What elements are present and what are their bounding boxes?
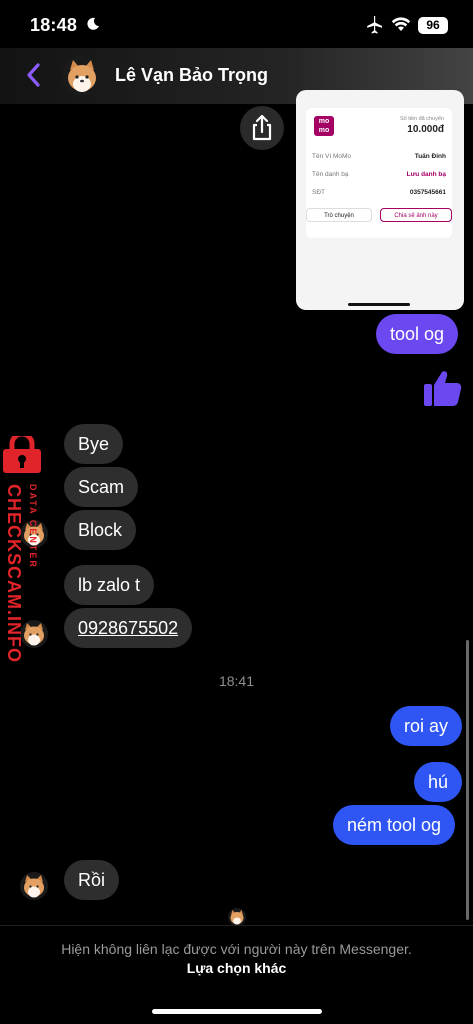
message-incoming[interactable]: Rồi	[64, 860, 120, 900]
watermark-brand: CHECKSCAM.INFO	[4, 484, 24, 663]
status-bar: 18:48 96	[0, 0, 473, 48]
scrollbar[interactable]	[466, 640, 469, 920]
message-outgoing[interactable]: ném tool og	[333, 805, 456, 845]
row-key: SĐT	[312, 189, 325, 196]
home-indicator[interactable]	[152, 1009, 322, 1014]
sender-avatar[interactable]	[20, 872, 48, 900]
row-value: Tuấn Đinh	[414, 153, 446, 160]
chat-button: Trò chuyện	[306, 208, 372, 222]
status-time: 18:48	[30, 15, 78, 35]
image-home-bar	[348, 303, 410, 306]
message-timestamp: 18:41	[218, 673, 255, 689]
row-key: Tên Ví MoMo	[312, 153, 352, 160]
receipt-row: Tên Ví MoMo Tuấn Đinh	[312, 150, 446, 164]
row-value: Lưu danh bạ	[406, 171, 446, 178]
row-value: 0357545661	[409, 189, 446, 196]
lock-icon	[3, 436, 41, 473]
battery-indicator: 96	[418, 17, 448, 34]
message-incoming[interactable]: Scam	[64, 467, 139, 507]
shared-image[interactable]: mo mo Số tiền đã chuyển 10.000đ Tên Ví M…	[296, 90, 464, 310]
receipt-row: SĐT 0357545661	[312, 186, 446, 200]
message-incoming[interactable]: lb zalo t	[64, 565, 155, 605]
thumbs-up-icon[interactable]	[420, 366, 464, 410]
unavailable-notice: Hiện không liên lạc được với người này t…	[61, 941, 412, 957]
message-outgoing[interactable]: roi ay	[390, 706, 463, 746]
receipt-row: Tên danh bạ Lưu danh bạ	[312, 168, 446, 182]
moon-icon	[87, 17, 99, 30]
row-key: Tên danh bạ	[312, 171, 349, 178]
footer-divider	[0, 925, 473, 926]
amount-value: 10.000đ	[407, 124, 444, 135]
airplane-icon	[367, 16, 382, 34]
amount-label: Số tiền đã chuyển	[399, 116, 444, 122]
phone-number-link[interactable]: 0928675502	[64, 608, 193, 648]
message-incoming[interactable]: Bye	[64, 424, 124, 464]
wifi-icon	[391, 17, 411, 31]
contact-avatar[interactable]	[62, 56, 102, 96]
other-options-button[interactable]: Lựa chọn khác	[0, 960, 473, 976]
message-incoming[interactable]: Block	[64, 510, 137, 550]
seen-avatar	[228, 908, 246, 926]
share-image-button: Chia sẻ ảnh này	[380, 208, 452, 222]
watermark-sub: DATA CENTER	[28, 484, 38, 569]
contact-name[interactable]: Lê Vạn Bảo Trọng	[115, 65, 268, 86]
checkscam-watermark: CHECKSCAM.INFO DATA CENTER	[3, 436, 41, 663]
message-outgoing[interactable]: hú	[414, 762, 463, 802]
momo-logo: mo mo	[314, 116, 334, 136]
share-icon	[252, 114, 272, 141]
share-button[interactable]	[240, 106, 284, 150]
message-outgoing[interactable]: tool og	[376, 314, 459, 354]
back-arrow-icon[interactable]	[22, 60, 46, 90]
